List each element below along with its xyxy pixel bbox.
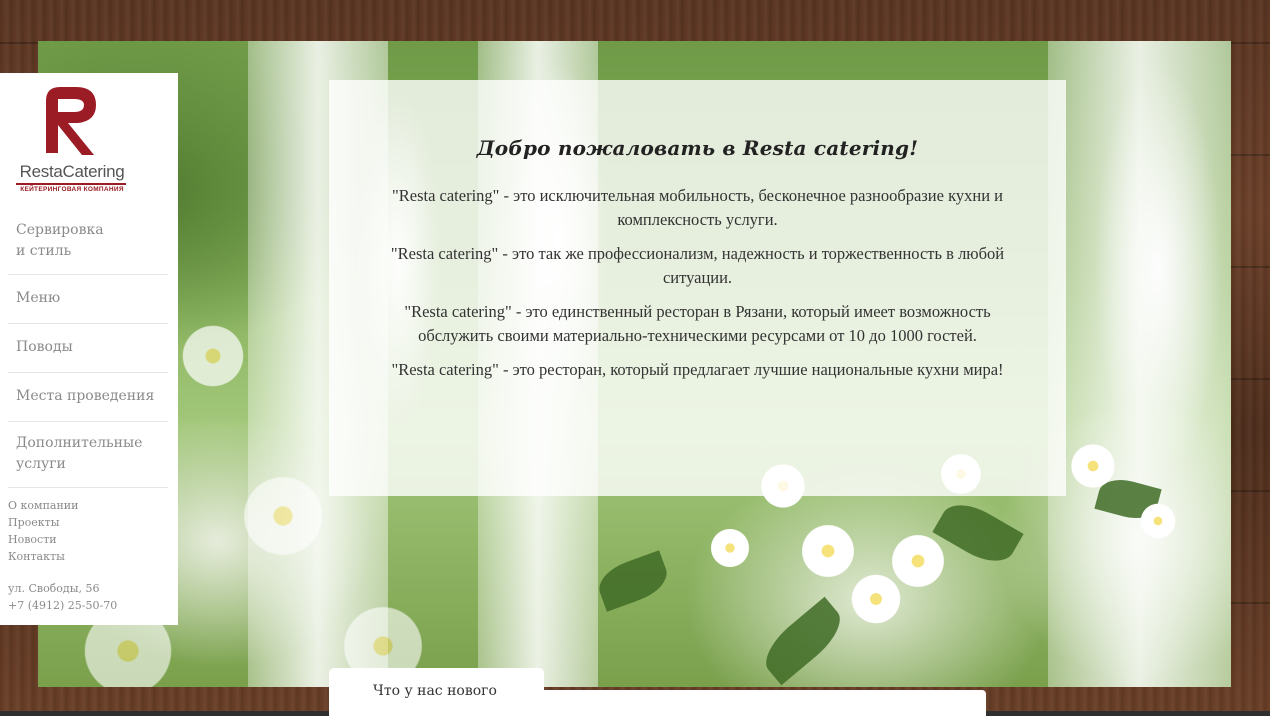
nav-item-serving-style[interactable]: Сервировка и стиль xyxy=(8,209,168,275)
address: ул. Свободы, 56 xyxy=(8,582,100,595)
welcome-paragraph: "Resta catering" - это ресторан, который… xyxy=(391,360,1004,379)
logo-underline xyxy=(16,183,126,185)
nav-item-label: Дополнительные xyxy=(16,435,143,451)
nav-item-label: услуги xyxy=(16,456,66,472)
logo[interactable]: RestaCatering КЕЙТЕРИНГОВАЯ КОМПАНИЯ xyxy=(16,83,128,195)
welcome-paragraph: "Resta catering" - это единственный рест… xyxy=(404,302,991,345)
curtain-right xyxy=(1048,41,1231,687)
main-nav: Сервировка и стиль Меню Поводы Места про… xyxy=(8,209,168,488)
welcome-box: Добро пожаловать в Resta catering! "Rest… xyxy=(329,80,1066,496)
phone: +7 (4912) 25-50-70 xyxy=(8,599,118,612)
welcome-title: Добро пожаловать в Resta catering! xyxy=(476,136,919,160)
flower xyxy=(798,521,858,581)
logo-tagline: КЕЙТЕРИНГОВАЯ КОМПАНИЯ xyxy=(20,186,124,193)
nav-item-menu[interactable]: Меню xyxy=(8,275,168,324)
logo-name: RestaCatering xyxy=(19,162,125,181)
secondary-nav: О компании Проекты Новости Контакты xyxy=(8,497,78,565)
leaf xyxy=(593,550,673,612)
leaf xyxy=(755,596,851,686)
nav-item-additional-services[interactable]: Дополнительные услуги xyxy=(8,422,168,488)
welcome-paragraph: "Resta catering" - это так же профессион… xyxy=(390,244,1005,287)
flower xyxy=(888,531,948,591)
nav-item-label: и стиль xyxy=(16,243,72,259)
flower xyxy=(1068,441,1118,491)
nav-item-occasions[interactable]: Поводы xyxy=(8,324,168,373)
nav-item-label: Сервировка xyxy=(16,222,104,238)
welcome-paragraph: "Resta catering" - это исключительная мо… xyxy=(392,186,1003,229)
link-projects[interactable]: Проекты xyxy=(8,514,78,531)
news-tab[interactable]: Что у нас нового xyxy=(329,668,544,716)
flower xyxy=(238,471,328,561)
link-contacts[interactable]: Контакты xyxy=(8,548,78,565)
sidebar: RestaCatering КЕЙТЕРИНГОВАЯ КОМПАНИЯ Сер… xyxy=(0,73,178,625)
flower xyxy=(1138,501,1178,541)
nav-item-venues[interactable]: Места проведения xyxy=(8,373,168,422)
link-about[interactable]: О компании xyxy=(8,497,78,514)
link-news[interactable]: Новости xyxy=(8,531,78,548)
resta-logo-icon xyxy=(46,87,96,155)
flower xyxy=(178,321,248,391)
contact-info: ул. Свободы, 56 +7 (4912) 25-50-70 xyxy=(8,580,117,614)
flower xyxy=(708,526,752,570)
